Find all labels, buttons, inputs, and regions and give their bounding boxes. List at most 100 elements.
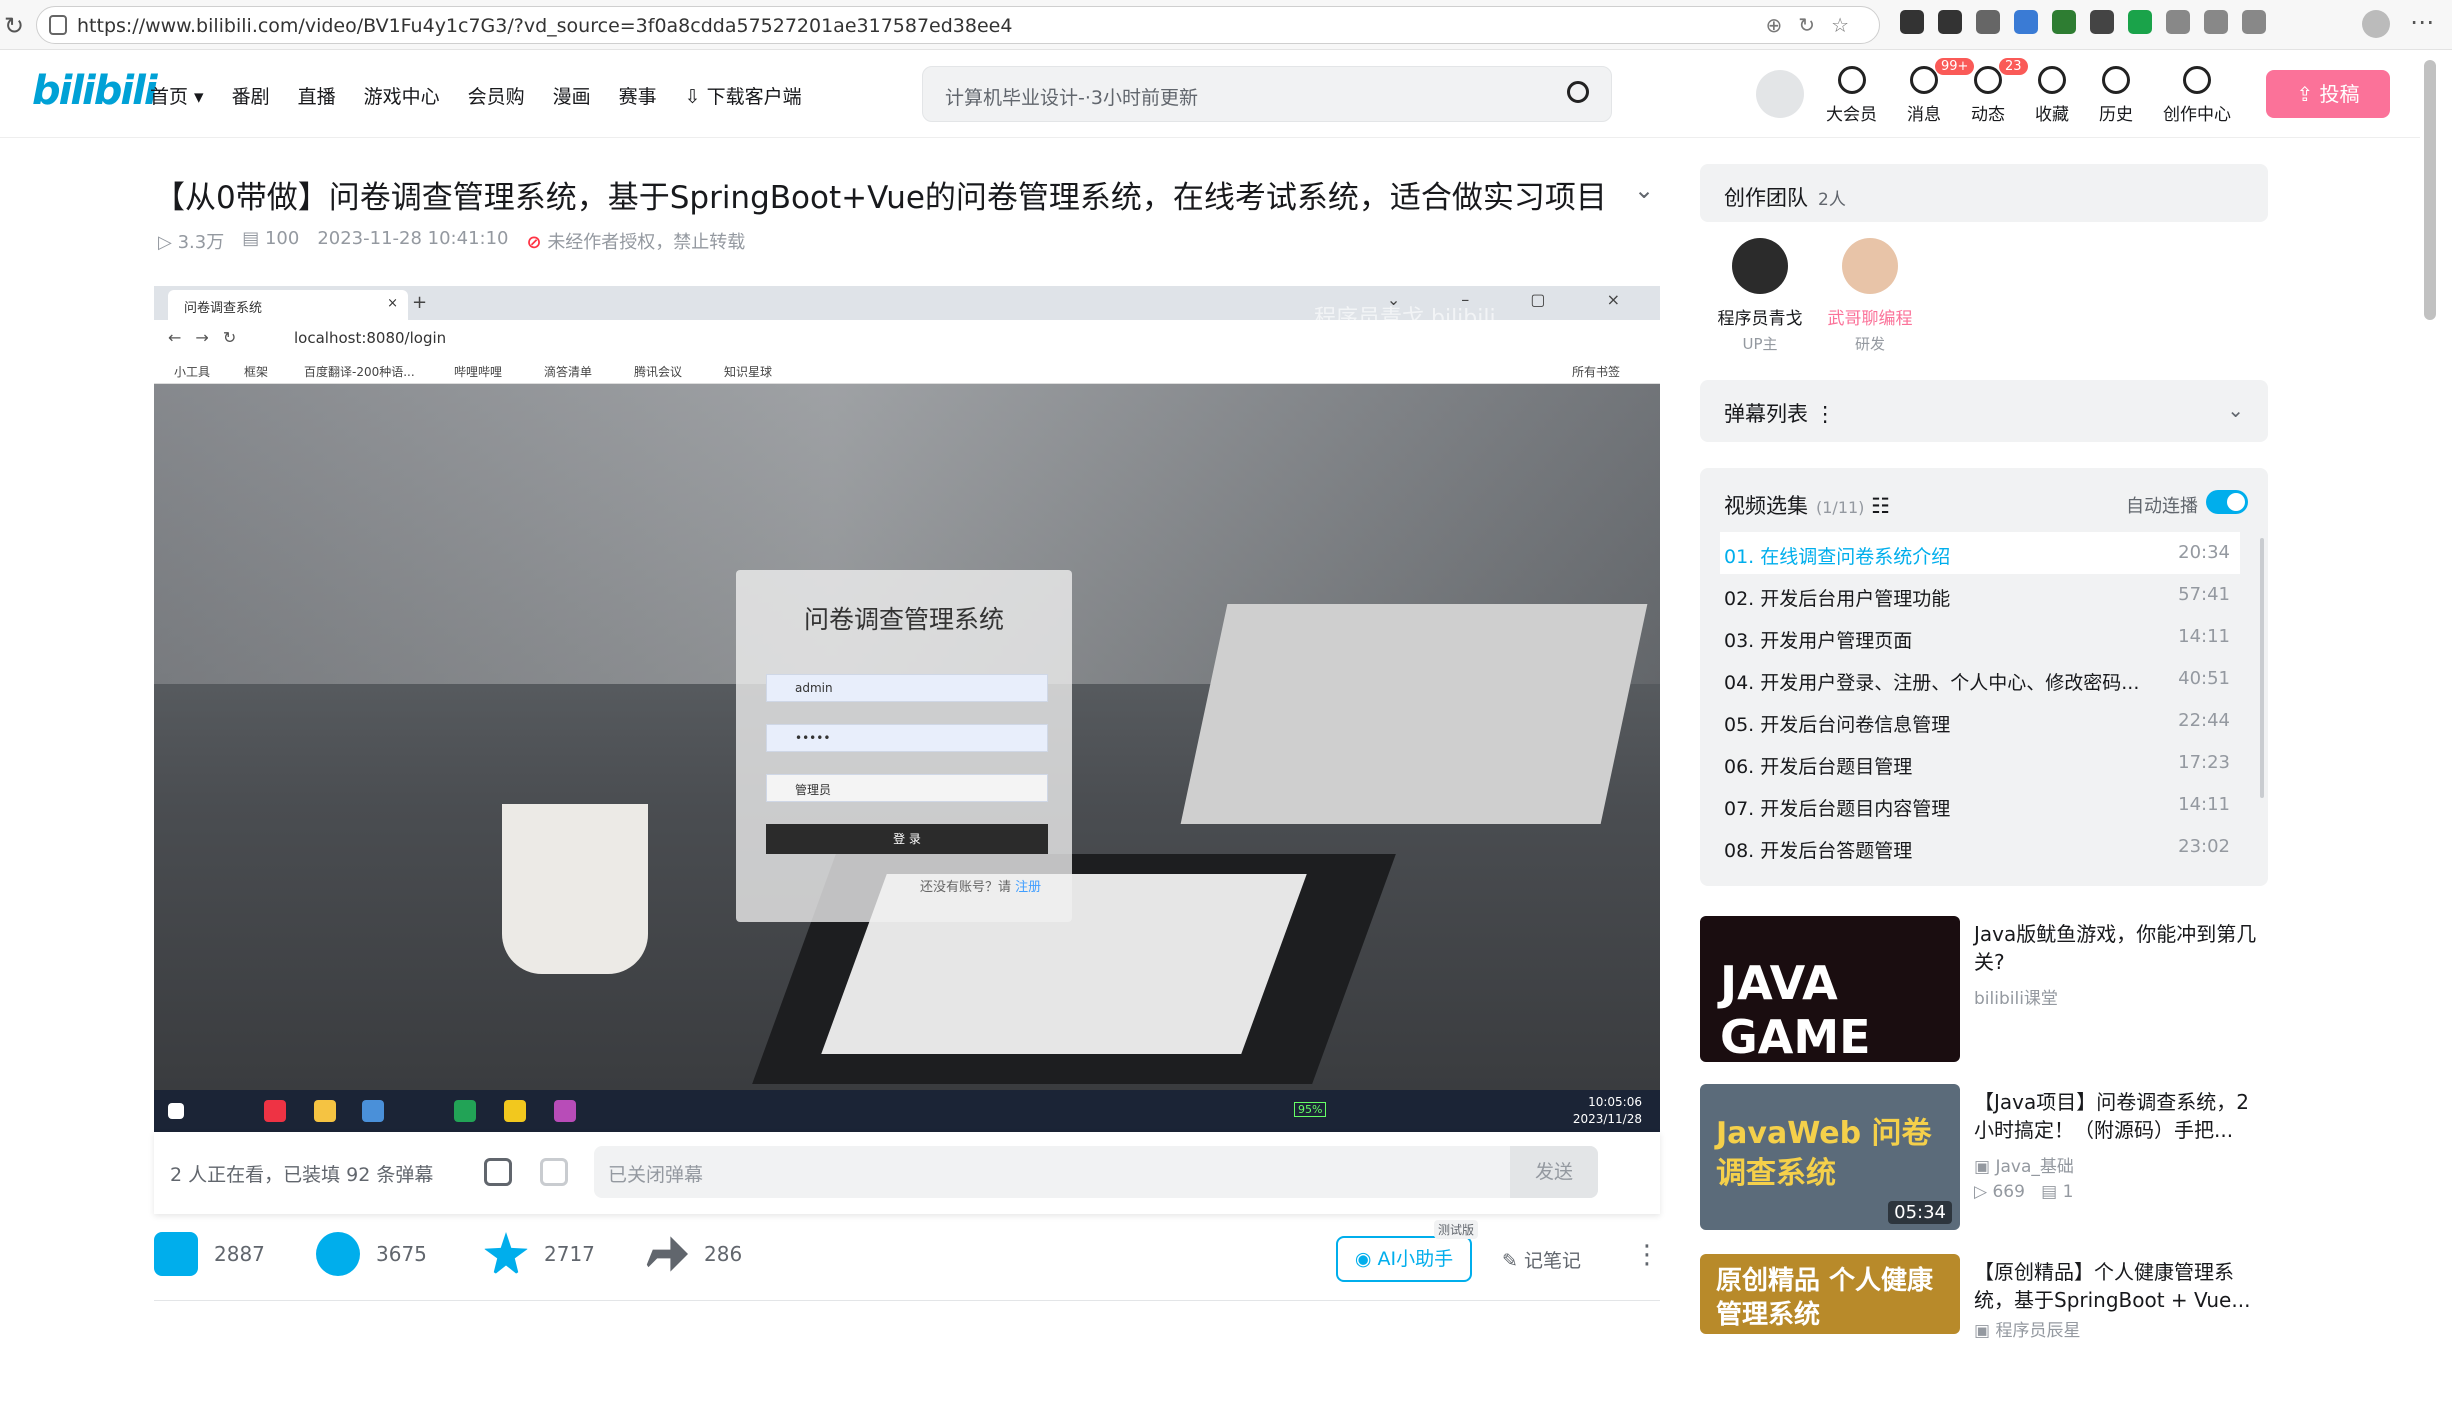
episode-item[interactable]: 01. 在线调查问卷系统介绍 20:34 [1720,532,2240,574]
nav-item[interactable]: 番剧 [232,82,270,109]
favorite-button[interactable]: 2717 [484,1232,595,1276]
search-box[interactable]: 计算机毕业设计-·3小时前更新 [922,66,1612,122]
url-text[interactable]: https://www.bilibili.com/video/BV1Fu4y1c… [77,15,1012,37]
watching-count: 2 人正在看，已装填 92 条弹幕 [170,1164,434,1186]
episode-item[interactable]: 07. 开发后台题目内容管理 14:11 [1720,784,2240,826]
extension-icon[interactable] [2014,10,2038,34]
note-button[interactable]: ✎ 记笔记 [1502,1246,1581,1273]
rec-title: 【原创精品】个人健康管理系统，基于SpringBoot + Vue... [1974,1260,2251,1312]
episode-item[interactable]: 02. 开发后台用户管理功能 57:41 [1720,574,2240,616]
video-actions: 2887 3675 2717 286 ◉ AI小助手 测试版 ✎ 记笔记 ⋮ [154,1220,1660,1292]
extension-icon[interactable] [1976,10,2000,34]
inner-tab: 问卷调查系统 × [168,290,408,320]
reload-icon[interactable]: ↻ [4,12,24,40]
nav-item-download[interactable]: ⇩ 下载客户端 [685,82,802,109]
nav-vip[interactable]: 大会员 [1826,66,1877,125]
wind-icon [1974,66,2002,94]
recommended-video[interactable]: JavaWeb 问卷调查系统 05:34 【Java项目】问卷调查系统，2小时搞定… [1700,1084,2268,1232]
inner-bookmarks: 小工具 框架 百度翻译-200种语... 哔哩哔哩 滴答清单 腾讯会议 知识星球… [154,356,1660,384]
search-input[interactable]: 计算机毕业设计-·3小时前更新 [945,83,1198,110]
nav-messages[interactable]: 99+ 消息 [1907,58,1975,125]
profile-avatar[interactable] [2362,10,2390,38]
playlist-scrollbar[interactable] [2260,538,2264,798]
page-scrollbar[interactable] [2424,60,2436,320]
danmaku-count: ▤ 100 [242,228,300,249]
nav-item[interactable]: 游戏中心 [364,82,440,109]
chrome-icon [264,1100,286,1122]
episode-item[interactable]: 06. 开发后台题目管理 17:23 [1720,742,2240,784]
rec-uploader: ▣ 程序员辰星 [1974,1321,2081,1341]
rec-title: Java版鱿鱼游戏，你能冲到第几关? [1974,922,2257,974]
watermark: 程序员青戈 bilibili [1314,306,1496,331]
video-player[interactable]: 问卷调查系统 × + ⌄ – ▢ × ←→↻ localhost:8080/log… [154,286,1660,1132]
extension-icon[interactable] [1938,10,1962,34]
nav-item[interactable]: 会员购 [468,82,525,109]
site-header: bilibili 首页 ▾ 番剧 直播 游戏中心 会员购 漫画 赛事 ⇩ 下载客… [0,50,2420,138]
upload-button[interactable]: ⇪ 投稿 [2266,70,2390,118]
nav-history[interactable]: 历史 [2099,66,2133,125]
address-tools-icon[interactable]: ⊕↻☆ [1766,13,1865,37]
favorites-icon[interactable] [2204,10,2228,34]
more-options-icon[interactable]: ⋮ [1634,1240,1660,1270]
like-button[interactable]: 2887 [154,1232,265,1276]
creator-team: 创作团队 2人 [1700,164,2268,222]
username-field: admin [766,674,1048,702]
episode-item[interactable]: 05. 开发后台问卷信息管理 22:44 [1720,700,2240,742]
team-member[interactable]: 程序员青戈 UP主 [1700,238,1820,354]
danmaku-toggle-icon[interactable] [484,1158,512,1186]
episode-item[interactable]: 04. 开发用户登录、注册、个人中心、修改密码... 40:51 [1720,658,2240,700]
view-count: ▷ 3.3万 [158,232,225,253]
user-avatar[interactable] [1756,70,1804,118]
lock-icon [49,15,67,35]
nav-item[interactable]: 首页 ▾ [150,82,204,109]
nav-item[interactable]: 直播 [298,82,336,109]
taskbar-clock: 10:05:06 2023/11/28 [1572,1095,1642,1126]
star-icon [2038,66,2066,94]
danmaku-settings-icon[interactable] [540,1158,568,1186]
nav-dynamic[interactable]: 23 动态 [1971,58,2028,125]
extension-icon[interactable] [2090,10,2114,34]
episode-item[interactable]: 08. 开发后台答题管理 23:02 [1720,826,2240,868]
app-icon [362,1100,384,1122]
nav-creator[interactable]: 创作中心 [2163,66,2231,125]
coin-button[interactable]: 3675 [316,1232,427,1276]
nav-favorites[interactable]: 收藏 [2035,66,2069,125]
team-member[interactable]: 武哥聊编程 研发 [1810,238,1930,354]
member-role: 研发 [1854,335,1885,353]
recommended-video[interactable]: JAVA GAME Java版鱿鱼游戏，你能冲到第几关? bilibili课堂 [1700,916,2268,1064]
login-form: 问卷调查管理系统 admin ••••• 管理员 登 录 还没有账号？请 注册 [736,570,1072,922]
danmaku-bar: 2 人正在看，已装填 92 条弹幕 已关闭弹幕 发送 [154,1132,1660,1214]
share-button[interactable]: 286 [644,1232,742,1276]
address-bar[interactable]: https://www.bilibili.com/video/BV1Fu4y1c… [36,6,1880,44]
danmaku-list[interactable]: 弹幕列表 ⋮ ⌄ [1700,380,2268,442]
collections-icon[interactable] [2242,10,2266,34]
windows-icon [168,1103,184,1119]
thumbs-up-icon [154,1232,198,1276]
battery-indicator: 95% [1294,1102,1327,1117]
member-role: UP主 [1742,335,1778,353]
bilibili-logo[interactable]: bilibili [32,68,158,114]
password-field: ••••• [766,724,1048,752]
video-thumbnail: 原创精品 个人健康管理系统 [1700,1254,1960,1334]
more-icon[interactable]: ⋯ [2410,8,2434,36]
video-thumbnail: JavaWeb 问卷调查系统 05:34 [1700,1084,1960,1230]
nav-item[interactable]: 漫画 [553,82,591,109]
ai-assistant-button[interactable]: ◉ AI小助手 [1336,1236,1472,1282]
extension-icon[interactable] [1900,10,1924,34]
star-icon [484,1232,528,1276]
danmaku-input[interactable]: 已关闭弹幕 发送 [594,1146,1598,1198]
extension-icon[interactable] [2128,10,2152,34]
puzzle-icon[interactable] [2166,10,2190,34]
register-link: 还没有账号？请 注册 [920,880,1042,895]
video-thumbnail: JAVA GAME [1700,916,1960,1062]
search-icon[interactable] [1567,81,1589,103]
autoplay-toggle[interactable] [2206,490,2248,514]
copyright-notice: ⊘ 未经作者授权，禁止转载 [526,232,746,253]
nav-item[interactable]: 赛事 [619,82,657,109]
extension-icon[interactable] [2052,10,2076,34]
recommended-video[interactable]: 原创精品 个人健康管理系统 【原创精品】个人健康管理系统，基于SpringBoo… [1700,1254,2268,1402]
chevron-down-icon[interactable]: ⌄ [1634,176,1654,204]
send-button[interactable]: 发送 [1510,1146,1598,1198]
episode-item[interactable]: 03. 开发用户管理页面 14:11 [1720,616,2240,658]
clock-icon [2102,66,2130,94]
